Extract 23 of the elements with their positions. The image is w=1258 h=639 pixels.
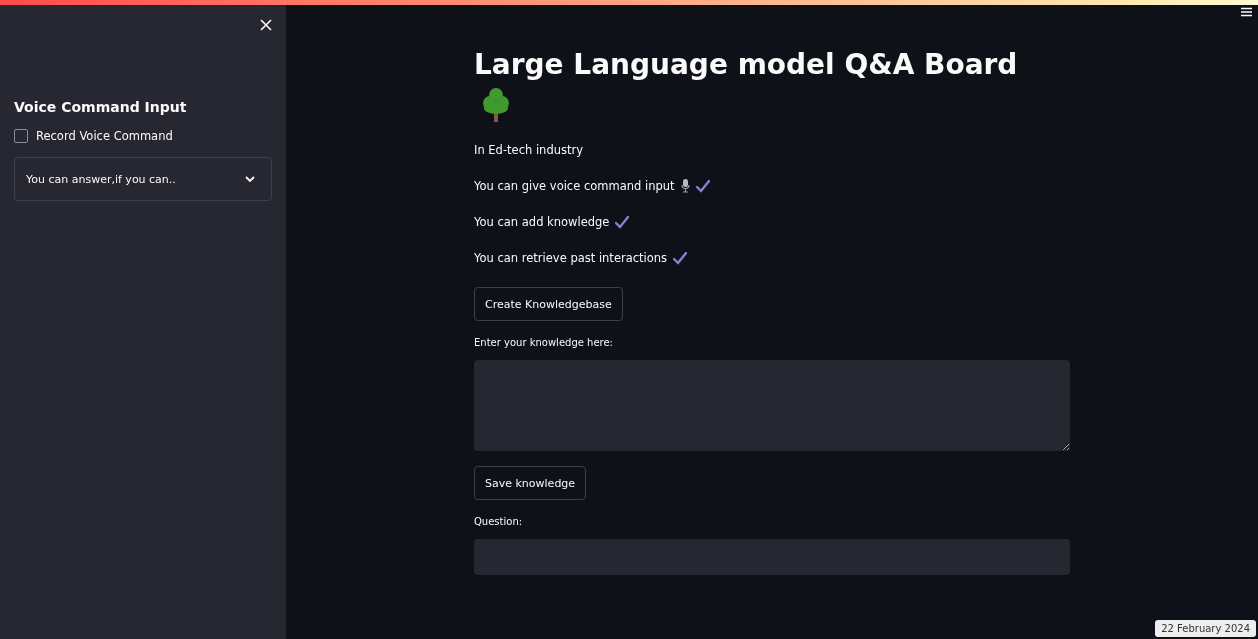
microphone-icon <box>680 179 690 193</box>
checkbox-icon[interactable] <box>14 129 28 143</box>
tree-icon <box>482 87 510 123</box>
save-knowledge-button[interactable]: Save knowledge <box>474 466 587 500</box>
checkmark-icon <box>695 179 710 193</box>
knowledge-input-field[interactable] <box>474 360 1070 451</box>
feature-text: You can give voice command input <box>474 179 675 193</box>
menu-icon[interactable] <box>1241 7 1252 17</box>
knowledge-label: Enter your knowledge here: <box>474 337 613 348</box>
subtitle: In Ed-tech industry <box>474 143 583 157</box>
question-input-field[interactable] <box>474 539 1070 575</box>
feature-text: You can add knowledge <box>474 215 610 229</box>
record-checkbox[interactable]: Record Voice Command <box>14 129 272 143</box>
date-badge: 22 February 2024 <box>1155 620 1256 637</box>
expander[interactable]: You can answer,if you can.. <box>14 157 272 201</box>
checkmark-icon <box>615 215 630 229</box>
checkmark-icon <box>673 251 688 265</box>
page-title: Large Language model Q&A Board <box>474 47 1018 83</box>
chevron-down-icon <box>245 175 255 183</box>
sidebar-heading: Voice Command Input <box>14 99 188 115</box>
feature-text: You can retrieve past interactions <box>474 251 668 265</box>
question-label: Question: <box>474 516 523 527</box>
create-knowledgebase-button[interactable]: Create Knowledgebase <box>474 287 623 321</box>
